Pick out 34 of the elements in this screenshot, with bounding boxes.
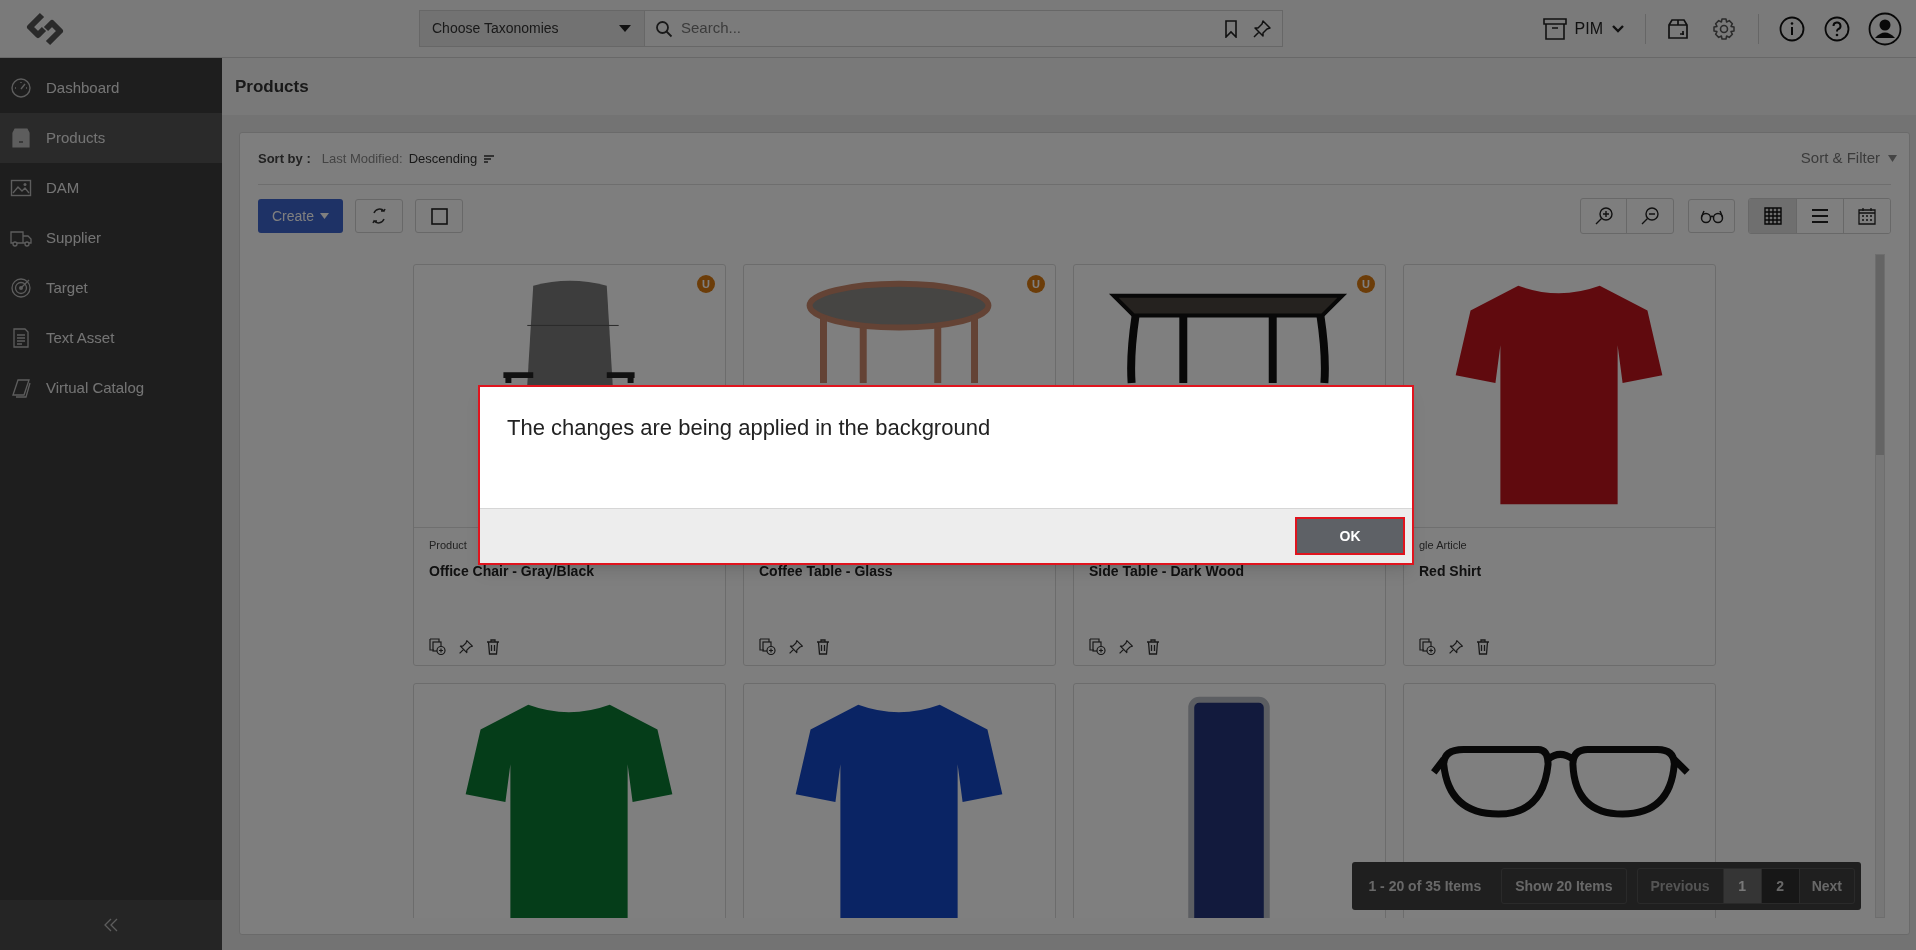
- sidebar-item[interactable]: Supplier: [0, 213, 222, 263]
- page-button[interactable]: 2: [1760, 869, 1799, 903]
- ok-button[interactable]: OK: [1295, 517, 1405, 555]
- page-size-button[interactable]: Show 20 Items: [1501, 868, 1627, 904]
- sidebar-item[interactable]: Text Asset: [0, 313, 222, 363]
- sort-label: Sort by :: [258, 149, 311, 168]
- taxonomy-dropdown[interactable]: Choose Taxonomies: [419, 10, 645, 47]
- product-title[interactable]: Red Shirt: [1419, 561, 1715, 582]
- sort-order-button[interactable]: Descending: [408, 148, 496, 169]
- status-badge: U: [1027, 275, 1045, 293]
- search-input[interactable]: Search...: [681, 17, 1216, 40]
- sidebar-item[interactable]: DAM: [0, 163, 222, 213]
- sidebar-item[interactable]: Target: [0, 263, 222, 313]
- product-title[interactable]: Office Chair - Gray/Black: [429, 561, 725, 582]
- item-count: 1 - 20 of 35 Items: [1367, 876, 1483, 896]
- next-button[interactable]: Next: [1798, 869, 1854, 903]
- product-type: Product: [429, 539, 467, 551]
- search-field[interactable]: Search...: [645, 10, 1283, 47]
- app-switcher[interactable]: PIM: [1542, 16, 1645, 41]
- sidebar-item[interactable]: Products: [0, 113, 222, 163]
- sidebar-item[interactable]: Virtual Catalog: [0, 363, 222, 413]
- product-type: gle Article: [1419, 539, 1467, 551]
- page-button[interactable]: 1: [1722, 869, 1761, 903]
- product-title[interactable]: Coffee Table - Glass: [759, 561, 1055, 582]
- sidebar-item[interactable]: Dashboard: [0, 63, 222, 113]
- dialog-message: The changes are being applied in the background: [506, 414, 992, 442]
- sort-field: Last Modified:: [321, 148, 403, 169]
- create-button[interactable]: Create: [258, 199, 343, 233]
- status-badge: U: [697, 275, 715, 293]
- product-title[interactable]: Side Table - Dark Wood: [1089, 561, 1385, 582]
- status-badge: U: [1357, 275, 1375, 293]
- sort-filter-button[interactable]: Sort & Filter: [1800, 147, 1897, 170]
- page-title: Products: [235, 75, 309, 98]
- product-card[interactable]: gle Article Red Shirt: [1403, 264, 1716, 666]
